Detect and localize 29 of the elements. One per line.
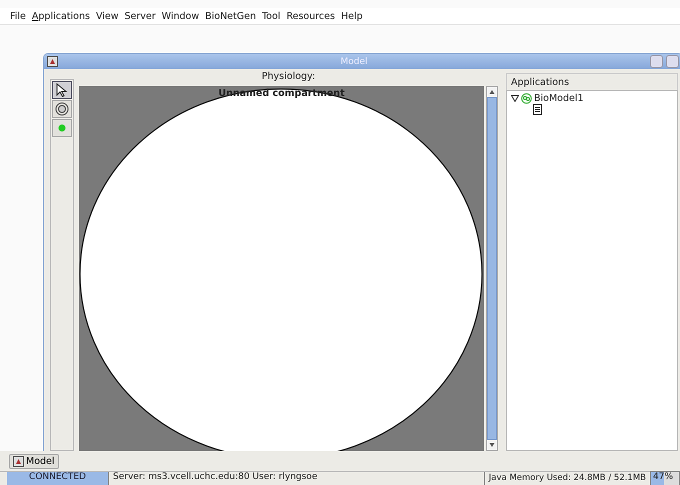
app-icon[interactable] — [47, 56, 58, 67]
menu-item[interactable]: Tool — [262, 10, 280, 22]
model-icon — [521, 93, 532, 104]
down-arrow-icon[interactable] — [488, 441, 496, 449]
expand-arrow-icon[interactable] — [511, 95, 519, 102]
menu-item[interactable]: Applications — [32, 10, 90, 22]
menu-item[interactable]: Server — [124, 10, 156, 22]
menu-item[interactable]: Window — [162, 10, 200, 22]
scrollbar[interactable] — [486, 86, 498, 451]
panel-heading: Physiology: — [260, 70, 316, 84]
document-icon[interactable] — [533, 104, 542, 115]
tool-button[interactable] — [52, 100, 72, 118]
taskbar-button[interactable]: Model — [9, 454, 59, 468]
connection-status: CONNECTED — [7, 472, 108, 485]
dot-icon — [58, 124, 66, 132]
window-title: Model — [339, 56, 369, 66]
server-info: Server: ms3.vcell.uchc.edu:80 User: rlyngsoe — [108, 472, 484, 485]
tree-item[interactable]: BioModel1 — [534, 93, 584, 104]
pointer-icon — [56, 83, 68, 97]
rings-icon — [55, 102, 69, 116]
app-icon — [13, 456, 24, 466]
menu-item[interactable]: Resources — [286, 10, 335, 22]
menu-item[interactable]: BioNetGen — [205, 10, 256, 22]
up-arrow-icon[interactable] — [488, 88, 496, 96]
menu-item[interactable]: Help — [340, 10, 363, 22]
menu-item[interactable]: View — [96, 10, 118, 22]
menu-item[interactable]: File — [10, 10, 26, 22]
tool-button[interactable] — [52, 81, 72, 99]
meter-reading: 47% — [652, 472, 674, 482]
